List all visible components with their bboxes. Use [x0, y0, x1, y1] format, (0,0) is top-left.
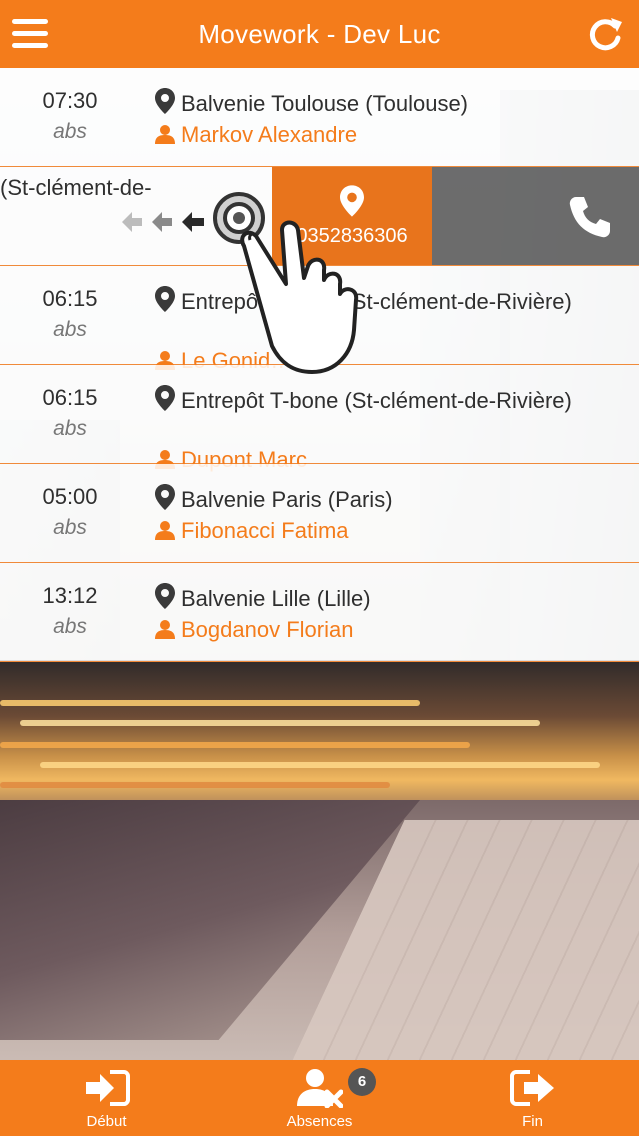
- absences-count-badge: 6: [348, 1068, 376, 1096]
- map-pin-icon: [155, 583, 175, 609]
- tab-absences[interactable]: Absences: [213, 1060, 426, 1136]
- tab-label: Début: [86, 1113, 127, 1130]
- tab-debut[interactable]: Début: [0, 1060, 213, 1136]
- sign-in-icon: [85, 1070, 130, 1106]
- status-label: abs: [53, 417, 87, 440]
- location-label: Balvenie Lille (Lille): [155, 583, 595, 614]
- time-label: 06:15: [42, 385, 98, 410]
- hamburger-menu-icon[interactable]: [12, 19, 48, 49]
- bottom-tab-bar: Début Absences 6 Fin: [0, 1060, 639, 1136]
- person-label: Fibonacci Fatima: [155, 518, 349, 544]
- person-label: Markov Alexandre: [155, 122, 357, 148]
- map-pin-icon: [155, 88, 175, 114]
- swipe-hand-icon: [240, 220, 359, 374]
- user-icon: [155, 125, 175, 144]
- sign-out-icon: [509, 1070, 554, 1106]
- time-label: 13:12: [42, 583, 98, 608]
- status-label: abs: [53, 120, 87, 143]
- tab-label: Fin: [522, 1113, 543, 1130]
- person-label: Bogdanov Florian: [155, 617, 353, 643]
- location-label: Entrepôt T-bone (St-clément-de-Rivière): [155, 286, 595, 317]
- map-pin-icon: [155, 385, 175, 411]
- page-title: Movework - Dev Luc: [198, 18, 441, 49]
- map-pin-icon: [155, 286, 175, 312]
- location-label: Balvenie Paris (Paris): [155, 484, 595, 515]
- location-label: Entrepôt T-bone (St-clément-de-Rivière): [155, 385, 595, 416]
- tab-fin[interactable]: Fin: [426, 1060, 639, 1136]
- status-label: abs: [53, 615, 87, 638]
- refresh-icon[interactable]: [585, 14, 625, 54]
- status-label: abs: [53, 318, 87, 341]
- swipe-arrows-icon: [122, 212, 204, 232]
- time-label: 05:00: [42, 484, 98, 509]
- phone-icon: [569, 197, 610, 238]
- time-label: 06:15: [42, 286, 98, 311]
- map-pin-icon: [155, 484, 175, 510]
- user-absent-icon: [296, 1069, 343, 1108]
- app-header: Movework - Dev Luc: [0, 0, 639, 68]
- user-icon: [155, 620, 175, 639]
- location-label: (St-clément-de-: [0, 175, 152, 200]
- tab-label: Absences: [286, 1113, 353, 1130]
- location-label: Balvenie Toulouse (Toulouse): [155, 88, 595, 119]
- list-item[interactable]: 13:12 abs Balvenie Lille (Lille) Bogdano…: [0, 563, 639, 662]
- list-item[interactable]: 07:30 abs Balvenie Toulouse (Toulouse) M…: [0, 68, 639, 167]
- status-label: abs: [53, 516, 87, 539]
- time-label: 07:30: [42, 88, 98, 113]
- list-item[interactable]: 05:00 abs Balvenie Paris (Paris) Fibonac…: [0, 464, 639, 563]
- user-icon: [155, 521, 175, 540]
